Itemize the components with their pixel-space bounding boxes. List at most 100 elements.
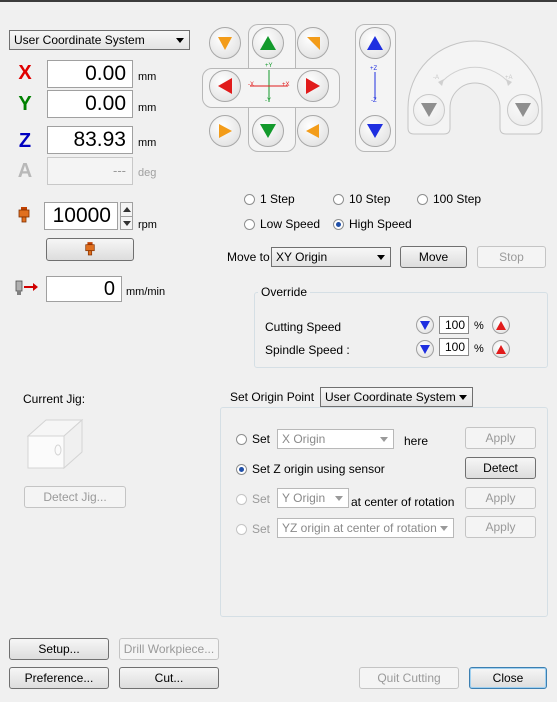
origin-y-select-value: Y Origin <box>282 491 326 505</box>
spindle-speed-value[interactable]: 100 <box>439 338 469 356</box>
arrow-down-left-icon <box>219 124 232 138</box>
detect-jig-button[interactable]: Detect Jig... <box>24 486 126 508</box>
jog-plus-x-minus-y-button[interactable] <box>297 115 329 147</box>
step-1-label: 1 Step <box>260 192 295 206</box>
arrow-right-icon <box>306 78 320 94</box>
arrow-up-icon <box>496 344 506 354</box>
cutting-speed-percent: % <box>474 320 484 332</box>
spindle-rpm-stepper[interactable] <box>120 202 133 230</box>
preference-button[interactable]: Preference... <box>9 667 109 689</box>
step-1-radio[interactable]: 1 Step <box>244 192 295 206</box>
label-minus-y: -Y <box>265 98 271 104</box>
axis-z-unit: mm <box>138 137 157 149</box>
origin-y-apply-button[interactable]: Apply <box>465 487 536 509</box>
stepper-up-icon[interactable] <box>123 207 131 212</box>
low-speed-radio[interactable]: Low Speed <box>244 217 320 231</box>
axis-y-value: 0.00 <box>47 90 133 118</box>
jog-plus-y-button[interactable] <box>252 27 284 59</box>
cutting-speed-value[interactable]: 100 <box>439 316 469 334</box>
radio-indicator <box>236 523 247 535</box>
radio-indicator <box>244 193 255 205</box>
window-top-border <box>0 0 557 2</box>
axis-x-letter: X <box>18 62 32 84</box>
label-plus-x: +X <box>282 82 290 88</box>
high-speed-radio[interactable]: High Speed <box>333 217 412 231</box>
origin-x-select-value: X Origin <box>282 432 326 446</box>
axis-a-unit: deg <box>138 167 157 179</box>
origin-yz-apply-button[interactable]: Apply <box>465 516 536 538</box>
spindle-speed-increase-button[interactable] <box>492 340 510 358</box>
axis-x-value: 0.00 <box>47 60 133 88</box>
arrow-up-right-icon <box>307 37 320 50</box>
origin-yz-select[interactable]: YZ origin at center of rotation <box>277 518 454 538</box>
jog-plus-z-button[interactable] <box>359 27 391 59</box>
origin-x-select[interactable]: X Origin <box>277 429 394 449</box>
stop-button[interactable]: Stop <box>477 246 546 268</box>
cutting-speed-increase-button[interactable] <box>492 316 510 334</box>
jog-minus-y-button[interactable] <box>252 115 284 147</box>
move-to-label: Move to <box>227 250 270 264</box>
radio-indicator <box>244 218 255 230</box>
step-10-radio[interactable]: 10 Step <box>333 192 390 206</box>
origin-yz-prefix: Set <box>252 522 271 536</box>
spindle-speed-percent: % <box>474 343 484 355</box>
label-minus-x: -X <box>248 82 254 88</box>
axis-a-value: --- <box>47 157 133 185</box>
origin-yz-radio[interactable]: Set <box>236 522 270 536</box>
close-button[interactable]: Close <box>469 667 547 689</box>
step-100-radio[interactable]: 100 Step <box>417 192 481 206</box>
jog-plus-x-plus-y-button[interactable] <box>297 27 329 59</box>
feed-rate-unit: mm/min <box>126 286 166 298</box>
origin-x-apply-button[interactable]: Apply <box>465 427 536 449</box>
arrow-down-icon <box>260 124 276 138</box>
jog-plus-x-button[interactable] <box>297 70 329 102</box>
coordinate-system-value: User Coordinate System <box>14 33 145 47</box>
jog-plus-a-button[interactable] <box>507 94 539 126</box>
axis-z-value: 83.93 <box>47 126 133 154</box>
label-minus-z: -Z <box>371 98 377 104</box>
cutting-speed-decrease-button[interactable] <box>416 316 434 334</box>
chevron-down-icon <box>459 395 467 400</box>
origin-x-radio[interactable]: Set <box>236 432 270 446</box>
move-to-select[interactable]: XY Origin <box>271 247 391 267</box>
origin-z-sensor-radio[interactable]: Set Z origin using sensor <box>236 462 385 476</box>
move-button[interactable]: Move <box>400 246 467 268</box>
arrow-up-left-icon <box>218 37 232 50</box>
jog-minus-z-button[interactable] <box>359 115 391 147</box>
spindle-toggle-button[interactable] <box>46 238 134 261</box>
chevron-down-icon <box>176 38 184 43</box>
origin-y-radio[interactable]: Set <box>236 492 270 506</box>
jog-minus-x-plus-y-button[interactable] <box>209 27 241 59</box>
spindle-rpm-value[interactable]: 10000 <box>44 202 118 230</box>
step-100-label: 100 Step <box>433 192 482 206</box>
origin-system-select[interactable]: User Coordinate System <box>320 387 473 407</box>
coordinate-system-select[interactable]: User Coordinate System <box>9 30 190 50</box>
detect-button[interactable]: Detect <box>465 457 536 479</box>
radio-indicator <box>333 193 344 205</box>
jog-minus-x-button[interactable] <box>209 70 241 102</box>
radio-indicator <box>333 218 344 230</box>
origin-y-suffix: at center of rotation <box>351 495 455 509</box>
spindle-speed-decrease-button[interactable] <box>416 340 434 358</box>
arrow-down-right-icon <box>306 124 319 138</box>
radio-indicator <box>236 493 247 505</box>
axis-x-unit: mm <box>138 71 157 83</box>
origin-x-suffix: here <box>404 434 429 448</box>
chevron-down-icon <box>440 526 448 531</box>
setup-button[interactable]: Setup... <box>9 638 109 660</box>
spindle-icon <box>18 207 30 223</box>
cut-button[interactable]: Cut... <box>119 667 219 689</box>
arrow-down-icon <box>420 344 430 354</box>
jog-minus-a-button[interactable] <box>413 94 445 126</box>
quit-cutting-button[interactable]: Quit Cutting <box>359 667 459 689</box>
chevron-down-icon <box>335 496 343 501</box>
cutting-speed-label: Cutting Speed <box>265 320 342 334</box>
label-plus-z: +Z <box>370 66 378 72</box>
low-speed-label: Low Speed <box>260 217 321 231</box>
origin-y-select[interactable]: Y Origin <box>277 488 349 508</box>
stepper-down-icon[interactable] <box>123 221 131 226</box>
arrow-up-icon <box>367 36 383 50</box>
drill-workpiece-button[interactable]: Drill Workpiece... <box>119 638 219 660</box>
axis-y-letter: Y <box>18 93 32 115</box>
jog-minus-x-minus-y-button[interactable] <box>209 115 241 147</box>
